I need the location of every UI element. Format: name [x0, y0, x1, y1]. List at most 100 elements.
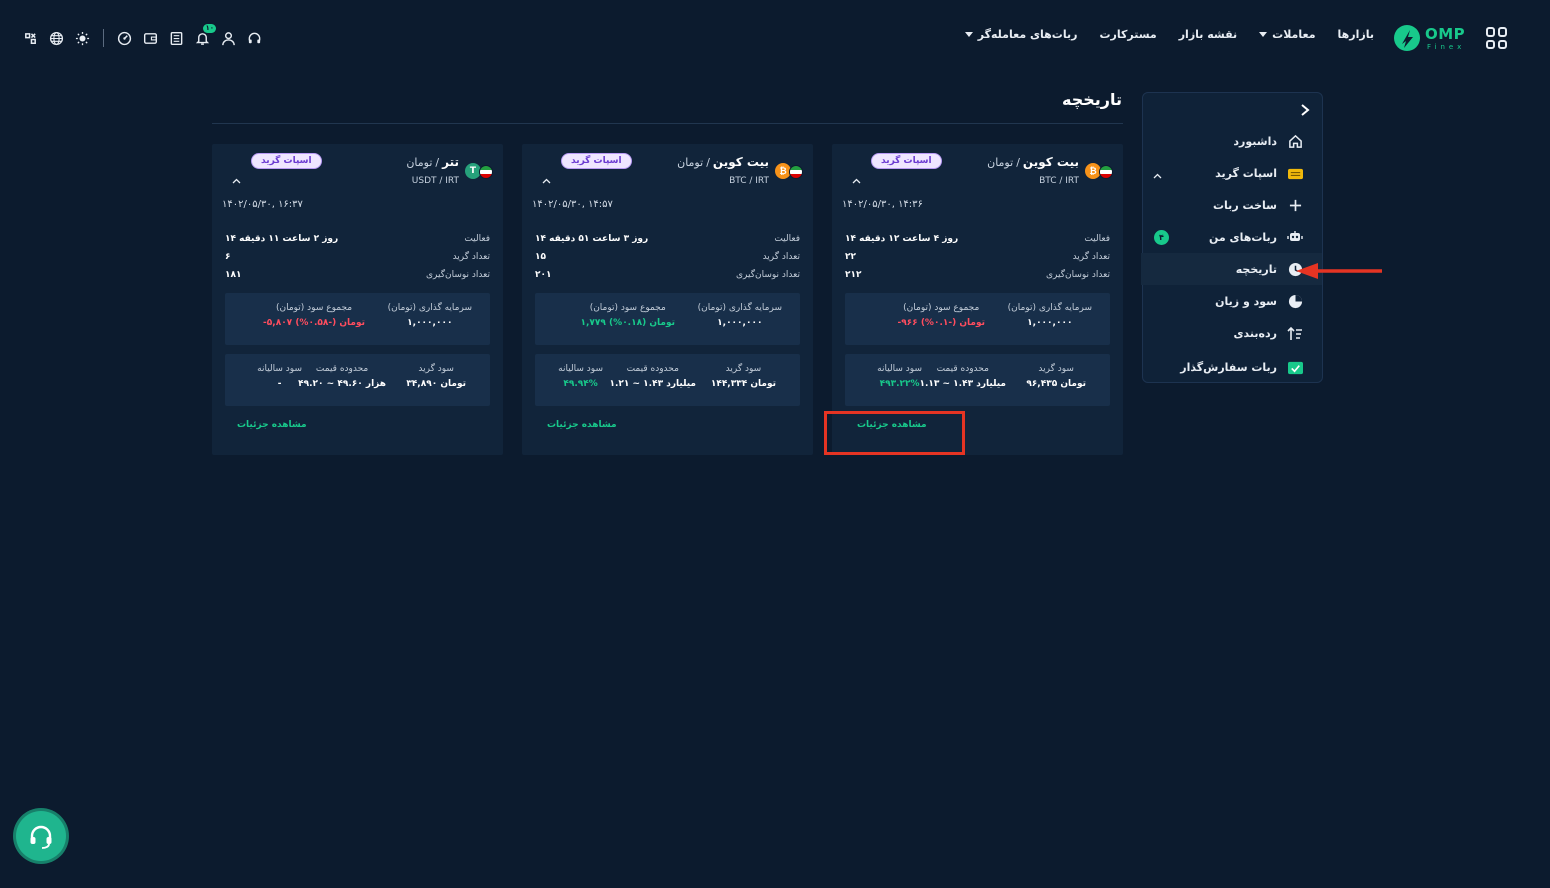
- nav-markets[interactable]: بازارها: [1338, 28, 1374, 41]
- swing-count-label: تعداد نوسان‌گیری: [1046, 270, 1110, 280]
- pair-separator: /: [435, 156, 440, 169]
- sidebar-item-label: رده‌بندی: [1233, 326, 1277, 340]
- support-chat-button[interactable]: [16, 811, 66, 861]
- user-icon[interactable]: [220, 30, 237, 47]
- chevron-up-icon[interactable]: [852, 169, 861, 188]
- annual-profit-col: سود سالیانه ۴۹.۹۴%: [558, 364, 603, 389]
- investment-box: سرمایه گذاری (تومان) ۱,۰۰۰,۰۰۰ مجموع سود …: [845, 293, 1110, 345]
- investment-value: ۱,۰۰۰,۰۰۰: [717, 318, 763, 328]
- bot-type-badge: اسپات گرید: [251, 153, 322, 169]
- sidebar: داشبورد اسپات گرید ساخت ربات ربات‌های من…: [1141, 92, 1323, 383]
- price-range-col: محدوده قیمت ۱.۲۱ ~ ۱.۴۳ میلیارد: [609, 364, 696, 389]
- investment-box: سرمایه گذاری (تومان) ۱,۰۰۰,۰۰۰ مجموع سود …: [535, 293, 800, 345]
- brand-logo[interactable]: OMP Finex: [1393, 24, 1473, 54]
- pair-quote: تومان: [677, 156, 704, 169]
- total-profit-col: مجموع سود (تومان) -۵,۸۰۷ تومان (-۰.۵۸%): [263, 303, 365, 328]
- price-range-col: محدوده قیمت ۴۹.۲۰ ~ ۴۹.۶۰ هزار: [298, 364, 386, 389]
- plus-icon: [1285, 195, 1305, 215]
- price-range-label: محدوده قیمت: [626, 364, 679, 374]
- investment-label: سرمایه گذاری (تومان): [1007, 303, 1092, 313]
- iran-flag-icon: [479, 165, 493, 179]
- theme-icon[interactable]: [74, 30, 91, 47]
- swing-count-row: ۲۱۲ تعداد نوسان‌گیری: [845, 270, 1110, 280]
- pair-separator: /: [706, 156, 710, 169]
- caret-down-icon: [964, 32, 973, 37]
- sidebar-item-order-bot[interactable]: ربات سفارش‌گذار: [1141, 351, 1322, 383]
- activity-value: ۱۴ روز ۳ ساعت ۵۱ دقیقه: [535, 234, 649, 244]
- bell-icon[interactable]: ۱۰: [194, 23, 216, 47]
- apps-grid-icon[interactable]: [1486, 27, 1508, 49]
- chevron-up-icon[interactable]: [1153, 169, 1162, 182]
- sidebar-item-create-bot[interactable]: ساخت ربات: [1141, 189, 1322, 221]
- chevron-up-icon[interactable]: [542, 169, 551, 188]
- sidebar-item-my-bots[interactable]: ربات‌های من ۴: [1141, 221, 1322, 253]
- grid-count-row: ۱۵ تعداد گرید: [535, 252, 800, 262]
- pair-symbol: BTC / IRT: [729, 176, 769, 186]
- price-range-value: ۴۹.۲۰ ~ ۴۹.۶۰ هزار: [298, 379, 386, 389]
- nav-trading-bots[interactable]: ربات‌های معامله‌گر: [964, 28, 1077, 41]
- bot-count-badge: ۴: [1154, 230, 1169, 245]
- chevron-up-icon[interactable]: [232, 169, 241, 188]
- activity-label: فعالیت: [1084, 234, 1110, 244]
- settings-icon[interactable]: [22, 30, 39, 47]
- investment-col: سرمایه گذاری (تومان) ۱,۰۰۰,۰۰۰: [698, 303, 782, 328]
- sidebar-item-ranking[interactable]: رده‌بندی: [1141, 317, 1322, 349]
- order-bot-icon: [1285, 357, 1305, 377]
- grid-count-value: ۱۵: [535, 252, 546, 262]
- chevron-right-icon[interactable]: [1296, 101, 1314, 119]
- price-range-value: ۱.۱۳ ~ ۱.۴۳ میلیارد: [919, 379, 1006, 389]
- pair-symbol: USDT / IRT: [411, 176, 459, 186]
- header-tools: ۱۰: [22, 23, 263, 47]
- iran-flag-icon: [1099, 165, 1113, 179]
- brand-name: OMP: [1425, 25, 1466, 43]
- dashboard-icon[interactable]: [116, 30, 133, 47]
- sidebar-item-label: سود و زیان: [1215, 294, 1277, 308]
- annual-profit-col: سود سالیانه ۴۹۳.۲۲%: [877, 364, 922, 389]
- top-header: OMP Finex بازارها معاملات نقشه بازار مست…: [0, 0, 1550, 76]
- investment-col: سرمایه گذاری (تومان) ۱,۰۰۰,۰۰۰: [1008, 303, 1092, 328]
- bot-type-badge: اسپات گرید: [561, 153, 632, 169]
- card-date: ۱۴۰۲/۰۵/۳۰, ۱۶:۳۷: [222, 199, 303, 210]
- pair-quote: تومان: [406, 156, 433, 169]
- annual-profit-value: ۴۹۳.۲۲%: [879, 379, 920, 389]
- orders-icon[interactable]: [168, 30, 185, 47]
- pair-base: بیت کوین: [712, 155, 769, 169]
- card-header: ₿ بیت کوین / تومان BTC / IRT اسپات گرید: [532, 153, 803, 191]
- activity-label: فعالیت: [464, 234, 490, 244]
- swing-count-label: تعداد نوسان‌گیری: [736, 270, 800, 280]
- caret-down-icon: [1259, 32, 1268, 37]
- grid-count-label: تعداد گرید: [762, 252, 800, 262]
- pair-name: تتر / تومان: [406, 155, 459, 169]
- investment-label: سرمایه گذاری (تومان): [387, 303, 472, 313]
- ranking-icon: [1285, 323, 1305, 343]
- sidebar-item-label: ساخت ربات: [1213, 198, 1277, 212]
- sidebar-item-profit-loss[interactable]: سود و زیان: [1141, 285, 1322, 317]
- card-header: ₿ بیت کوین / تومان BTC / IRT اسپات گرید: [842, 153, 1113, 191]
- view-details-link[interactable]: مشاهده جزئیات: [237, 420, 307, 430]
- wallet-icon[interactable]: [142, 30, 159, 47]
- language-icon[interactable]: [48, 30, 65, 47]
- annual-profit-col: سود سالیانه -: [257, 364, 302, 389]
- grid-count-label: تعداد گرید: [1072, 252, 1110, 262]
- nav-mastercard[interactable]: مسترکارت: [1099, 28, 1156, 41]
- history-card: ₿ بیت کوین / تومان BTC / IRT اسپات گرید …: [832, 144, 1123, 455]
- grid-count-label: تعداد گرید: [452, 252, 490, 262]
- annual-profit-value: ۴۹.۹۴%: [563, 379, 598, 389]
- price-range-label: محدوده قیمت: [315, 364, 369, 374]
- title-divider: [212, 123, 1123, 124]
- pair-base: تتر: [442, 155, 459, 169]
- grid-profit-value: ۱۴۴,۳۳۴ تومان: [710, 379, 776, 389]
- nav-trades[interactable]: معاملات: [1259, 28, 1316, 41]
- support-icon[interactable]: [246, 30, 263, 47]
- sidebar-item-dashboard[interactable]: داشبورد: [1141, 125, 1322, 157]
- total-profit-label: مجموع سود (تومان): [589, 303, 666, 313]
- pair-base: بیت کوین: [1022, 155, 1079, 169]
- nav-market-map[interactable]: نقشه بازار: [1179, 28, 1237, 41]
- total-profit-value: -۵,۸۰۷ تومان (-۰.۵۸%): [263, 318, 365, 328]
- pair-icons: ₿: [1083, 162, 1113, 180]
- sidebar-item-spot-grid[interactable]: اسپات گرید: [1141, 157, 1322, 189]
- investment-label: سرمایه گذاری (تومان): [697, 303, 782, 313]
- view-details-link[interactable]: مشاهده جزئیات: [547, 420, 617, 430]
- activity-value: ۱۴ روز ۲ ساعت ۱۱ دقیقه: [225, 234, 339, 244]
- total-profit-label: مجموع سود (تومان): [903, 303, 980, 313]
